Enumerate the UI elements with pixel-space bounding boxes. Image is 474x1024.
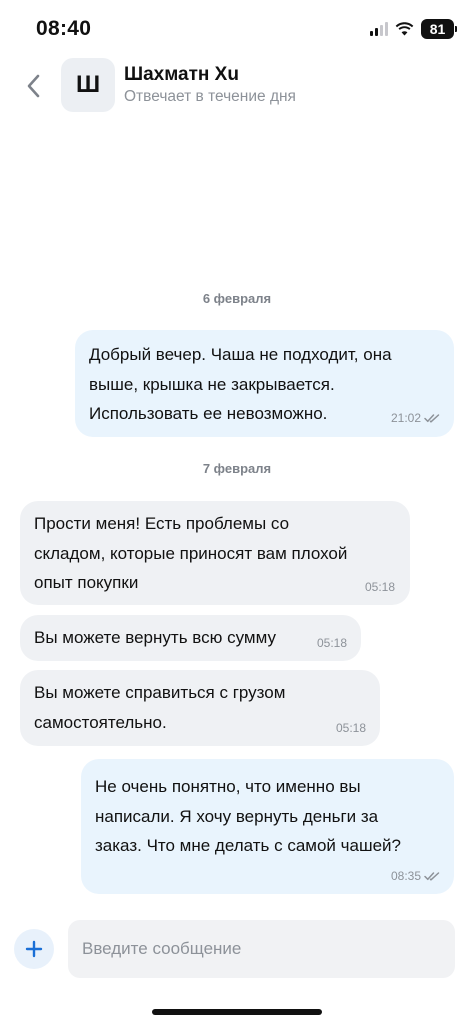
message-line: Использовать ее невозможно. bbox=[89, 404, 328, 423]
message-time: 05:18 bbox=[316, 636, 347, 650]
message-text: Вы можете справиться с грузом самостояте… bbox=[34, 678, 285, 737]
message-time: 05:18 bbox=[335, 721, 366, 735]
message-text: Вы можете вернуть всю сумму bbox=[34, 623, 276, 653]
add-attachment-button[interactable] bbox=[14, 929, 54, 969]
wifi-icon bbox=[395, 22, 414, 36]
message-line: складом, которые приносят вам плохой bbox=[34, 543, 348, 563]
message-input[interactable] bbox=[68, 920, 455, 978]
message-line: написали. Я хочу вернуть деньги за bbox=[95, 806, 379, 826]
avatar[interactable]: Ш bbox=[61, 58, 115, 112]
message-meta: 05:18 bbox=[365, 580, 395, 594]
incoming-message[interactable]: Вы можете справиться с грузом самостояте… bbox=[20, 670, 380, 746]
chat-header: Ш Шахматн Хu Отвечает в течение дня bbox=[0, 56, 474, 118]
message-time: 21:02 bbox=[390, 411, 421, 425]
message-text: Не очень понятно, что именно вы написали… bbox=[95, 772, 401, 861]
message-line: Вы можете справиться с грузом bbox=[34, 683, 286, 702]
home-indicator bbox=[152, 1009, 322, 1015]
message-text: Добрый вечер. Чаша не подходит, она выше… bbox=[89, 340, 392, 429]
message-line: Добрый вечер. Чаша не подходит, она bbox=[89, 345, 392, 364]
contact-name[interactable]: Шахматн Хu bbox=[124, 64, 239, 86]
message-time: 08:35 bbox=[390, 869, 421, 883]
back-button[interactable] bbox=[18, 68, 48, 104]
incoming-message[interactable]: Вы можете вернуть всю сумму 05:18 bbox=[20, 615, 361, 661]
status-bar: 08:40 81 bbox=[0, 0, 474, 56]
incoming-message[interactable]: Прости меня! Есть проблемы со складом, к… bbox=[20, 501, 410, 605]
read-checkmarks-icon bbox=[424, 414, 440, 423]
message-composer bbox=[0, 918, 474, 980]
cellular-signal-icon bbox=[370, 22, 388, 36]
battery-icon: 81 bbox=[421, 19, 457, 39]
message-line: выше, крышка не закрывается. bbox=[89, 374, 335, 394]
message-meta: 08:35 bbox=[391, 869, 440, 883]
message-line: Прости меня! Есть проблемы со bbox=[34, 514, 290, 533]
contact-status: Отвечает в течение дня bbox=[124, 88, 296, 105]
message-line: опыт покупки bbox=[34, 573, 139, 592]
plus-icon bbox=[25, 940, 43, 958]
message-line: Не очень понятно, что именно вы bbox=[95, 777, 361, 796]
date-separator: 7 февраля bbox=[202, 461, 272, 476]
status-time: 08:40 bbox=[36, 17, 92, 40]
message-line: заказ. Что мне делать с самой чашей? bbox=[95, 836, 401, 855]
message-text: Прости меня! Есть проблемы со складом, к… bbox=[34, 509, 347, 598]
status-icons: 81 bbox=[370, 19, 457, 39]
message-meta: 05:18 bbox=[317, 636, 347, 650]
message-line: самостоятельно. bbox=[34, 712, 167, 732]
message-line: Вы можете вернуть всю сумму bbox=[34, 628, 276, 647]
message-meta: 21:02 bbox=[391, 411, 440, 425]
outgoing-message[interactable]: Добрый вечер. Чаша не подходит, она выше… bbox=[75, 330, 454, 437]
message-time: 05:18 bbox=[364, 580, 395, 594]
message-meta: 05:18 bbox=[336, 721, 366, 735]
date-separator: 6 февраля bbox=[202, 291, 272, 306]
chevron-left-icon bbox=[27, 74, 40, 98]
read-checkmarks-icon bbox=[424, 872, 440, 881]
outgoing-message[interactable]: Не очень понятно, что именно вы написали… bbox=[81, 759, 454, 894]
